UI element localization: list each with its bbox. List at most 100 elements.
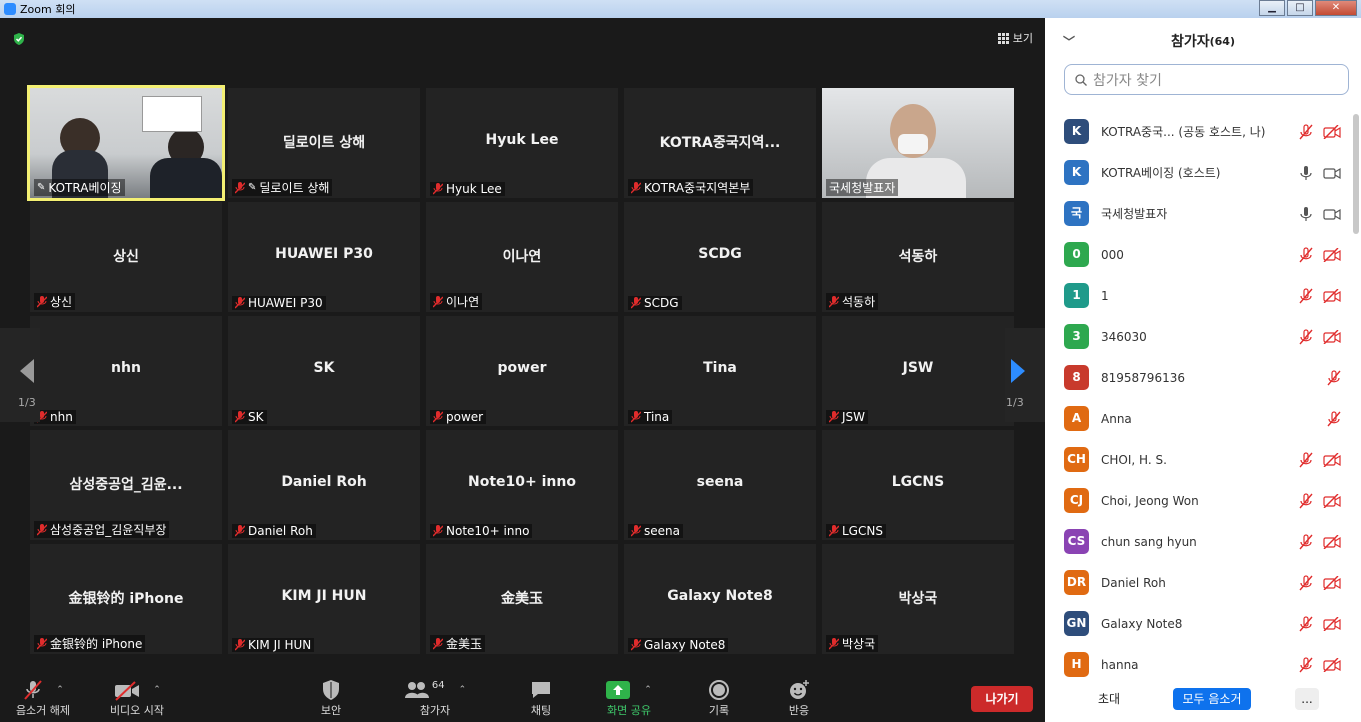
video-tile[interactable]: 金银铃的 iPhone 金银铃的 iPhone (30, 544, 222, 654)
invite-button[interactable]: 초대 (1089, 688, 1129, 710)
participant-row[interactable]: K KOTRA중국... (공동 호스트, 나) (1045, 111, 1350, 152)
avatar: 1 (1064, 283, 1089, 308)
share-screen-button[interactable]: ⌃ 화면 공유 (594, 678, 664, 718)
participant-row[interactable]: K KOTRA베이징 (호스트) (1045, 152, 1350, 193)
video-tile[interactable]: HUAWEI P30 HUAWEI P30 (228, 202, 420, 312)
mute-all-button[interactable]: 모두 음소거 (1173, 688, 1251, 710)
participant-list-scrollbar[interactable] (1353, 114, 1359, 234)
participant-row[interactable]: A Anna (1045, 398, 1350, 439)
participant-row[interactable]: 11 (1045, 275, 1350, 316)
video-tile[interactable]: KOTRA중국지역... KOTRA중국지역본부 (624, 88, 816, 198)
video-tile[interactable]: Galaxy Note8 Galaxy Note8 (624, 544, 816, 654)
participant-row[interactable]: 8 81958796136 (1045, 357, 1350, 398)
mic-icon (1300, 165, 1312, 180)
participant-row[interactable]: 3 346030 (1045, 316, 1350, 357)
participant-status-icons (1299, 246, 1341, 263)
tile-name: 박상국 (842, 637, 876, 651)
participant-name: KOTRA중국... (공동 호스트, 나) (1101, 125, 1266, 139)
tile-display-name: SK (313, 360, 335, 376)
participant-row[interactable]: CJ Choi, Jeong Won (1045, 480, 1350, 521)
participant-row[interactable]: 국 국세청발표자 (1045, 193, 1350, 234)
video-tile[interactable]: power power (426, 316, 618, 426)
muted-mic-icon (37, 523, 47, 535)
video-tile[interactable]: Tina Tina (624, 316, 816, 426)
video-tile[interactable]: 이나연 이나연 (426, 202, 618, 312)
participant-search-input[interactable]: 참가자 찾기 (1064, 64, 1349, 95)
video-tile[interactable]: ✎ KOTRA베이징 (27, 85, 225, 201)
tile-display-name: Daniel Roh (281, 474, 367, 490)
record-button[interactable]: 기록 (684, 678, 754, 718)
encryption-shield-icon[interactable] (12, 32, 26, 46)
minimize-button[interactable]: ▁ (1259, 0, 1285, 16)
security-label: 보안 (320, 704, 342, 717)
emoji-reaction-icon (790, 680, 809, 699)
tile-name: seena (644, 524, 680, 538)
security-button[interactable]: 보안 (296, 678, 366, 718)
video-tile[interactable]: JSW JSW (822, 316, 1014, 426)
more-options-button[interactable]: ... (1295, 688, 1319, 710)
participant-row[interactable]: Hhanna (1045, 644, 1350, 685)
participants-button[interactable]: 64 ⌃ 참가자 (400, 678, 470, 718)
participant-name: Choi, Jeong Won (1101, 493, 1199, 508)
video-tile[interactable]: 삼성중공업_김윤... 삼성중공업_김윤직부장 (30, 430, 222, 540)
video-tile[interactable]: Hyuk Lee Hyuk Lee (426, 88, 618, 198)
video-tile[interactable]: 박상국 박상국 (822, 544, 1014, 654)
tile-name: LGCNS (842, 524, 883, 538)
participant-name: 1 (1101, 288, 1109, 303)
chat-button[interactable]: 채팅 (506, 678, 576, 718)
participant-name: 000 (1101, 247, 1124, 262)
video-tile[interactable]: 석동하 석동하 (822, 202, 1014, 312)
video-tile[interactable]: 金美玉 金美玉 (426, 544, 618, 654)
participant-count: (64) (1209, 34, 1235, 48)
video-tile[interactable]: 상신 상신 (30, 202, 222, 312)
video-icon (1323, 208, 1341, 220)
record-icon (709, 680, 729, 700)
tile-display-name: 석동하 (898, 249, 938, 265)
muted-mic-icon (829, 411, 839, 423)
unmute-button[interactable]: ⌃ 음소거 해제 (8, 678, 78, 718)
leave-meeting-button[interactable]: 나가기 (971, 686, 1033, 712)
start-video-button[interactable]: ⌃ 비디오 시작 (102, 678, 172, 718)
video-off-icon (115, 681, 140, 701)
participant-status-icons (1299, 451, 1341, 468)
video-tile[interactable]: seena seena (624, 430, 816, 540)
tile-name: 金银铃的 iPhone (50, 637, 143, 651)
previous-page-button[interactable]: 1/3 (0, 328, 40, 422)
tile-name-label: Galaxy Note8 (628, 638, 729, 652)
participant-row[interactable]: CS chun sang hyun (1045, 521, 1350, 562)
video-tile[interactable]: LGCNS LGCNS (822, 430, 1014, 540)
participant-row[interactable]: DR Daniel Roh (1045, 562, 1350, 603)
tile-display-name: KOTRA중국지역... (659, 135, 781, 151)
muted-mic-icon (433, 183, 443, 195)
view-button[interactable]: 보기 (997, 30, 1033, 46)
video-tile[interactable]: Note10+ inno Note10+ inno (426, 430, 618, 540)
participant-row[interactable]: CH CHOI, H. S. (1045, 439, 1350, 480)
tile-name-label: Hyuk Lee (430, 182, 505, 196)
video-tile[interactable]: SK SK (228, 316, 420, 426)
reactions-button[interactable]: 반응 (764, 678, 834, 718)
maximize-button[interactable]: □ (1287, 0, 1313, 16)
video-tile[interactable]: SCDG SCDG (624, 202, 816, 312)
video-tile[interactable]: KIM JI HUN KIM JI HUN (228, 544, 420, 654)
muted-mic-icon (631, 297, 641, 309)
next-page-button[interactable]: 1/3 (1005, 328, 1045, 422)
tile-name: 金美玉 (446, 637, 483, 651)
tile-display-name: JSW (902, 360, 934, 376)
close-button[interactable]: ✕ (1315, 0, 1357, 16)
video-tile[interactable]: nhn nhn (30, 316, 222, 426)
tile-name-label: SCDG (628, 296, 682, 310)
tile-display-name: SCDG (698, 246, 742, 262)
chevron-down-icon[interactable]: ﹀ (1063, 33, 1075, 50)
muted-mic-icon (235, 181, 245, 193)
video-off-icon (1323, 247, 1341, 262)
tile-name: Galaxy Note8 (644, 638, 726, 652)
video-off-icon (1323, 493, 1341, 508)
video-tile[interactable]: 딜로이트 상해 ✎ 딜로이트 상해 (228, 88, 420, 198)
participant-row[interactable]: 0 000 (1045, 234, 1350, 275)
participant-row[interactable]: GN Galaxy Note8 (1045, 603, 1350, 644)
tile-display-name: KIM JI HUN (281, 588, 367, 604)
video-tile[interactable]: Daniel Roh Daniel Roh (228, 430, 420, 540)
video-tile[interactable]: 국세청발표자 (822, 88, 1014, 198)
tile-name: HUAWEI P30 (248, 296, 323, 310)
tile-name: 국세청발표자 (829, 181, 896, 195)
